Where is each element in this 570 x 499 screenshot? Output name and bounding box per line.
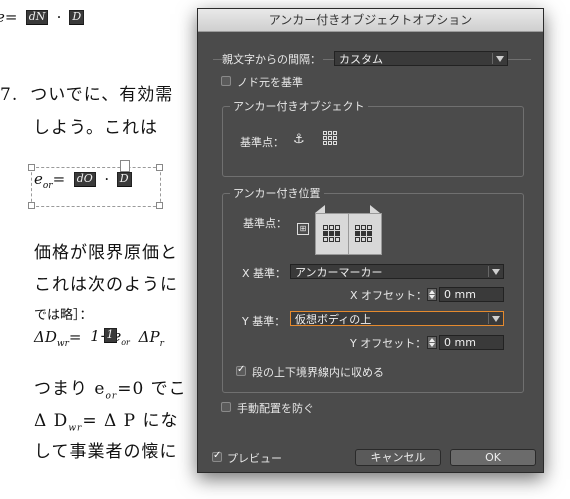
anchor-position-icon: ⊞ (297, 223, 309, 235)
x-basis-label: X 基準： (242, 267, 287, 280)
root-checkbox[interactable] (221, 76, 231, 86)
offset-label: 親文字からの間隔： (222, 51, 323, 67)
chevron-down-icon (492, 316, 500, 322)
prevent-manual-checkbox[interactable] (221, 402, 231, 412)
selection-handle[interactable] (156, 164, 163, 171)
dialog-title[interactable]: アンカー付きオブジェクトオプション (198, 9, 543, 32)
chevron-down-icon (492, 269, 500, 275)
paragraph-line-1: 価格が限界原価と (34, 243, 178, 263)
x-offset-label: X オフセット： (350, 289, 428, 302)
ok-button[interactable]: OK (450, 449, 536, 466)
page-right-fold (370, 205, 380, 213)
page-spread-icon (315, 205, 382, 255)
formula-1: e= dNdD · DN (0, 8, 87, 26)
preview-label: プレビュー (227, 452, 282, 465)
anchored-position-legend: アンカー付き位置 (230, 185, 324, 201)
chevron-down-icon (496, 56, 504, 62)
y-offset-label: Y オフセット： (350, 337, 427, 350)
page-left-fold (315, 205, 325, 213)
ref-point-label-2: 基準点： (243, 217, 287, 230)
paragraph-line-2: これは次のように (34, 275, 178, 295)
text-line-tsumari: つまり eor=0 でこ (34, 379, 187, 402)
reference-point-grid-icon[interactable] (323, 131, 337, 145)
keep-within-checkbox[interactable] (236, 364, 246, 376)
prevent-manual-label: 手動配置を防ぐ (237, 402, 314, 415)
anchored-object-legend: アンカー付きオブジェクト (230, 98, 368, 114)
right-page-ref-grid-icon[interactable] (355, 225, 372, 242)
anchored-object-options-dialog: アンカー付きオブジェクトオプション 親文字からの間隔： カスタム ノド元を基準 … (197, 8, 544, 473)
cancel-button[interactable]: キャンセル (355, 449, 441, 466)
formula-3: ΔDwr= 11−eor ΔPr (34, 328, 164, 349)
selection-handle[interactable] (156, 202, 163, 209)
left-page-ref-grid-icon[interactable] (323, 225, 340, 242)
formula-2: eor= dOdD · DO (34, 170, 134, 191)
y-basis-label: Y 基準： (242, 315, 286, 328)
preview-checkbox[interactable] (212, 450, 222, 462)
keep-within-label: 段の上下境界線内に収める (252, 366, 384, 379)
ref-point-label: 基準点： (240, 136, 284, 149)
y-offset-field[interactable]: 0 mm (439, 335, 504, 350)
paragraph-line-3: では略］： (34, 308, 93, 323)
selection-handle[interactable] (28, 202, 35, 209)
text-line-7: 7. ついでに、有効需 (0, 85, 174, 105)
x-offset-field[interactable]: 0 mm (439, 287, 504, 302)
text-line-8: しよう。これは (33, 118, 158, 138)
x-basis-dropdown[interactable]: アンカーマーカー (290, 264, 504, 279)
anchor-icon: ⚓ (293, 132, 305, 147)
y-basis-dropdown[interactable]: 仮想ボディの上 (290, 311, 504, 326)
text-line-delta: Δ Dwr= Δ P にな (34, 411, 179, 434)
text-line-last: して事業者の懐に (34, 442, 178, 462)
root-label: ノド元を基準 (237, 76, 303, 89)
offset-dropdown[interactable]: カスタム (334, 51, 508, 66)
y-offset-stepper[interactable] (427, 336, 437, 349)
x-offset-stepper[interactable] (427, 288, 437, 301)
